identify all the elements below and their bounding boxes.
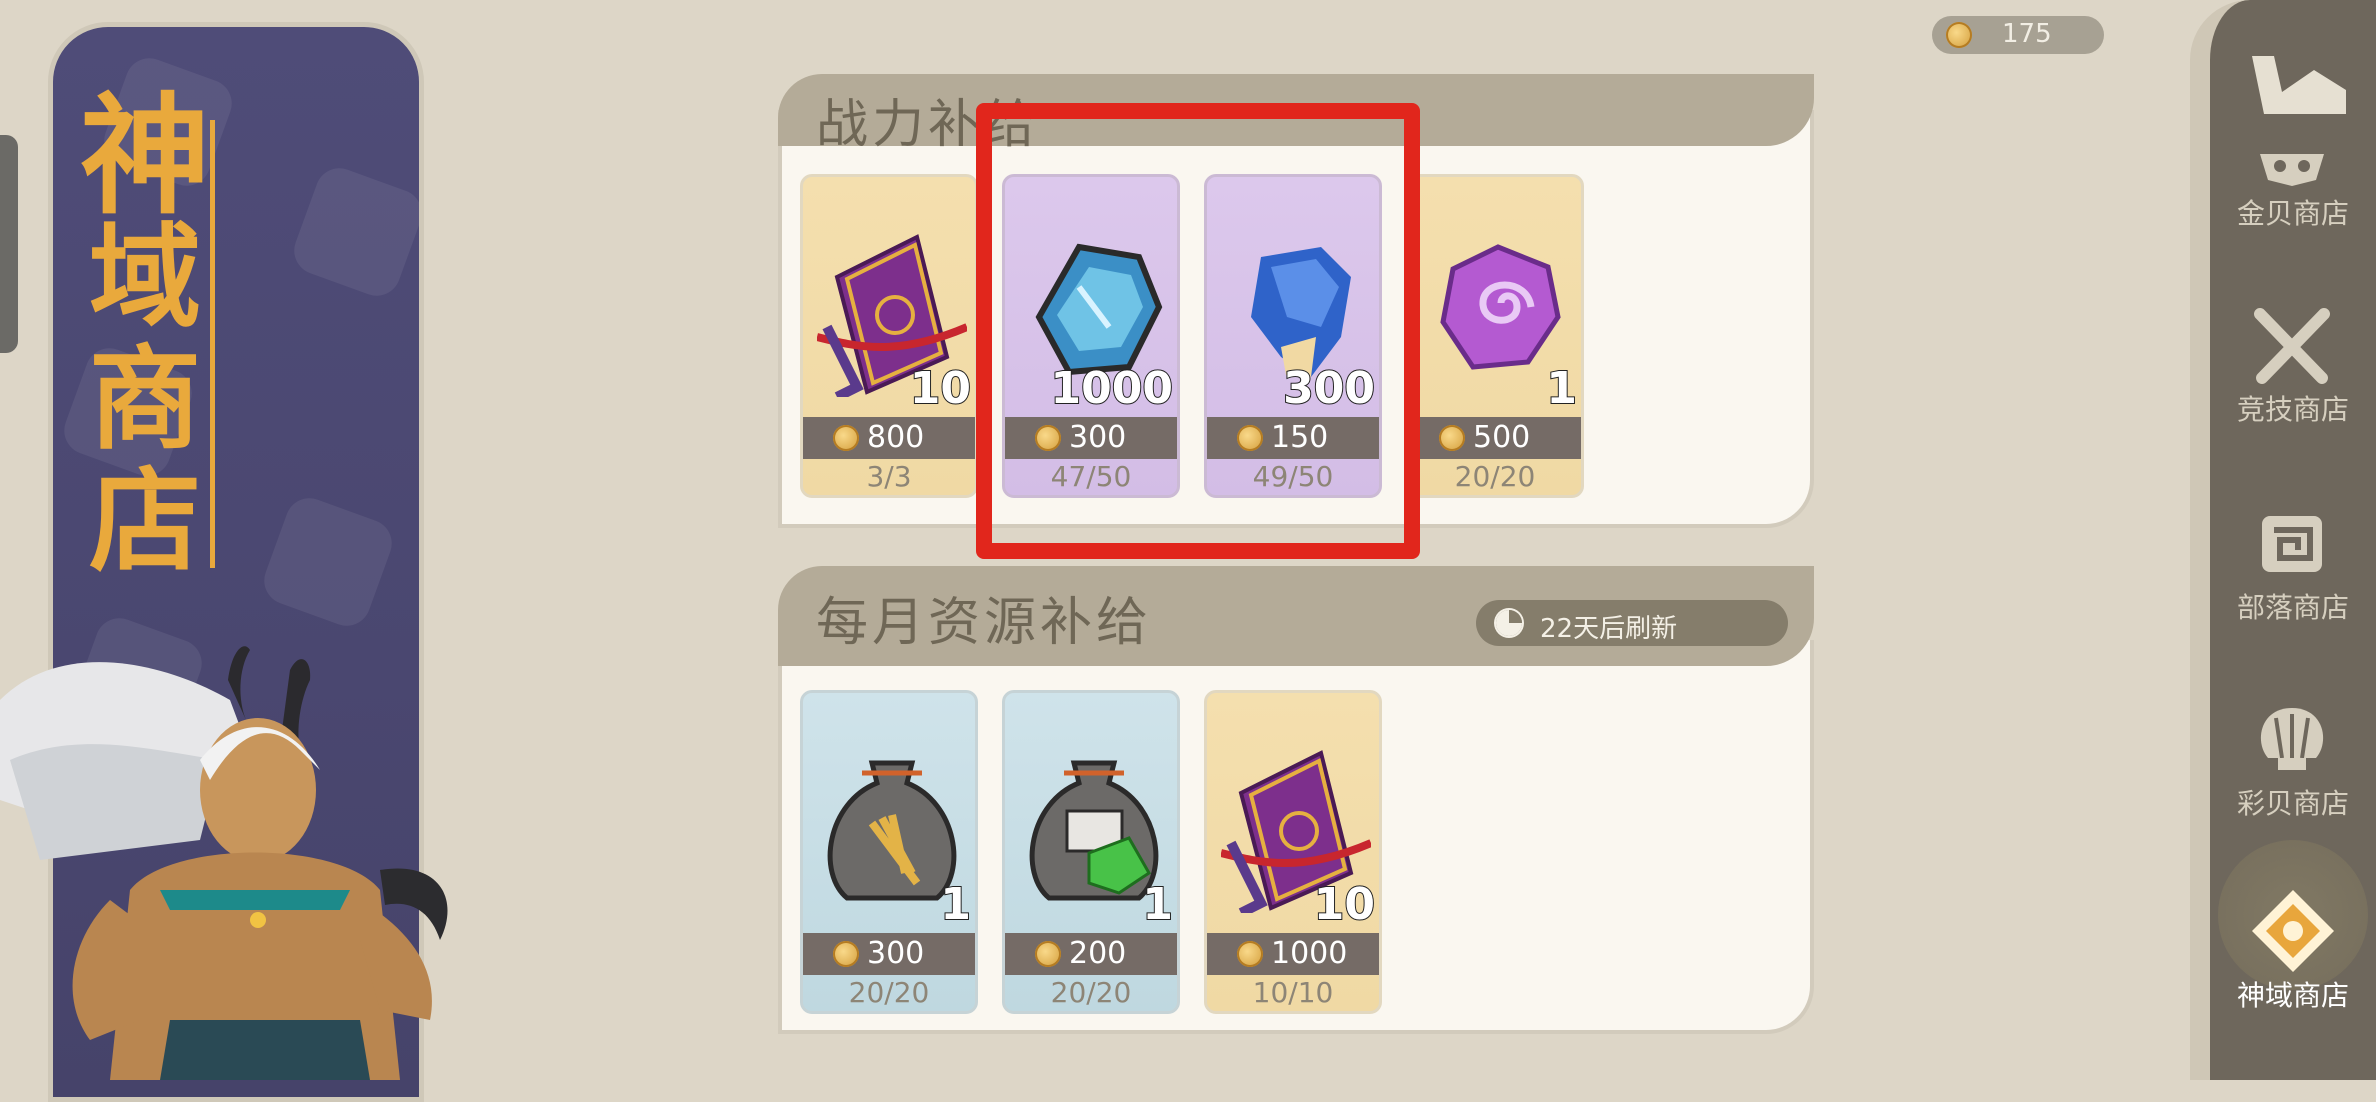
item-quantity: 10 (909, 362, 972, 415)
item-quantity: 1 (1141, 878, 1174, 931)
item-quantity: 1 (939, 878, 972, 931)
shop-nav: 金贝商店 竞技商店 部落商店 彩贝商店 神域商店 (2190, 0, 2376, 1080)
side-drawer-tab[interactable] (0, 135, 18, 353)
item-purchase-limit: 20/20 (1050, 976, 1132, 1009)
divine-realm-emblem-icon (2252, 890, 2334, 972)
item-price: 200 (1005, 933, 1177, 975)
item-purchase-limit: 20/20 (1454, 460, 1536, 493)
nav-label: 部落商店 (2236, 591, 2349, 624)
item-price: 1000 (1207, 933, 1379, 975)
item-price-value: 500 (1473, 420, 1531, 455)
item-quantity: 10 (1313, 878, 1376, 931)
gold-shell-coin-icon (1946, 22, 1972, 48)
item-purchase-limit: 3/3 (866, 460, 912, 493)
shop-title-char: 神 (80, 79, 211, 232)
gold-shell-coin-icon (1237, 941, 1263, 967)
shop-item-card[interactable]: 1 500 20/20 (1406, 174, 1584, 498)
nav-label: 竞技商店 (2236, 393, 2349, 426)
item-purchase-limit: 20/20 (848, 976, 930, 1009)
gold-shell-coin-icon (1439, 425, 1465, 451)
item-price: 300 (803, 933, 975, 975)
demon-merchant-character (0, 646, 448, 1080)
highlight-box (976, 103, 1420, 559)
nav-label: 彩贝商店 (2236, 787, 2349, 820)
tribe-totem-icon (2262, 516, 2322, 572)
shop-item-card[interactable]: 1 200 20/20 (1002, 690, 1180, 1014)
shop-title-char: 商 (89, 334, 201, 465)
item-price-value: 300 (867, 936, 925, 971)
title-divider (210, 120, 215, 568)
back-arrow-icon[interactable] (2244, 50, 2354, 120)
shop-title-char: 店 (89, 456, 201, 587)
item-quantity: 1 (1545, 362, 1578, 415)
item-price: 800 (803, 417, 975, 459)
item-price-value: 1000 (1271, 936, 1348, 971)
section-title: 每月资源补给 (816, 593, 1153, 653)
refresh-timer: 22天后刷新 (1476, 600, 1788, 646)
monthly-supply-header: 每月资源补给 22天后刷新 (778, 566, 1814, 666)
item-price-value: 200 (1069, 936, 1127, 971)
gold-shell-coin-icon (833, 425, 859, 451)
item-price: 500 (1409, 417, 1581, 459)
shop-item-card[interactable]: 10 800 3/3 (800, 174, 978, 498)
shop-item-card[interactable]: 10 1000 10/10 (1204, 690, 1382, 1014)
shop-item-card[interactable]: 1 300 20/20 (800, 690, 978, 1014)
shop-title: 神 域 商 店 (80, 79, 211, 587)
shop-title-char: 域 (89, 212, 201, 343)
refresh-timer-text: 22天后刷新 (1540, 614, 1678, 644)
gold-shell-coin-icon (1035, 941, 1061, 967)
clock-icon (1496, 610, 1522, 636)
shell-icon (2260, 708, 2324, 770)
item-price-value: 800 (867, 420, 925, 455)
currency-display: 175 (1932, 16, 2104, 54)
gold-shell-coin-icon (833, 941, 859, 967)
currency-amount: 175 (2002, 19, 2052, 49)
item-purchase-limit: 10/10 (1252, 976, 1334, 1009)
mask-icon (2260, 154, 2324, 186)
nav-label: 神域商店 (2236, 979, 2349, 1012)
nav-label: 金贝商店 (2236, 197, 2349, 230)
crossed-swords-icon (2254, 308, 2330, 384)
